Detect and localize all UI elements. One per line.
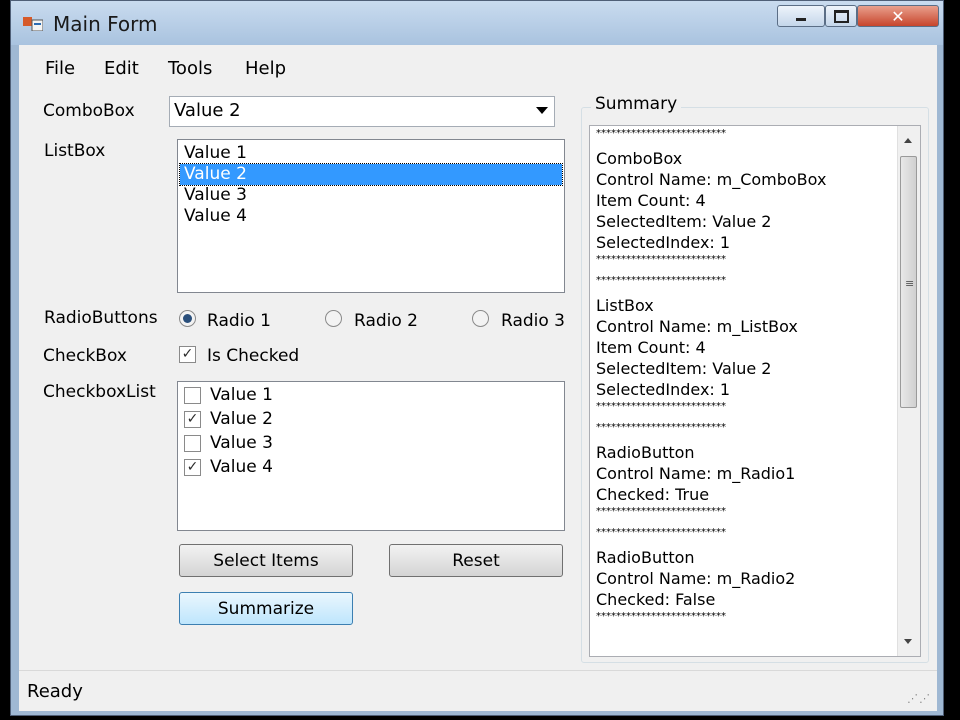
summary-line: SelectedIndex: 1 [596,380,731,399]
app-icon [23,17,43,31]
summary-line: ComboBox [596,149,683,168]
is-checked-label[interactable]: Is Checked [207,346,299,366]
summary-line: Checked: False [596,590,716,609]
check-icon: ✓ [186,459,199,475]
scrollbar-thumb[interactable]: ≡ [900,156,917,408]
summary-line: ************************** [596,401,726,412]
select-items-button[interactable]: Select Items [179,544,353,577]
checkbox-list-item-label[interactable]: Value 3 [210,433,273,453]
is-checked-checkbox[interactable]: ✓ [179,346,196,363]
summary-textbox[interactable]: ************************** ComboBox Contro… [589,125,921,657]
combobox[interactable]: Value 2 [169,96,555,127]
listbox[interactable]: Value 1 Value 2 Value 3 Value 4 [177,139,565,293]
status-text: Ready [27,681,83,702]
menu-bar: File Edit Tools Help [19,45,937,81]
radio-3-button[interactable] [472,310,489,327]
check-icon: ✓ [186,411,199,427]
checkbox-label: CheckBox [43,346,127,366]
status-bar: Ready ⋰⋰ [19,670,937,711]
summary-line: SelectedIndex: 1 [596,233,731,252]
grip-icon: ≡ [905,277,915,290]
summary-line: RadioButton [596,548,695,567]
radio-3-label[interactable]: Radio 3 [501,311,565,331]
title-bar[interactable]: Main Form ✕ [11,1,943,45]
combobox-value: Value 2 [174,100,241,121]
listbox-item[interactable]: Value 3 [180,185,562,206]
summary-line: ************************** [596,128,726,139]
window-title: Main Form [53,12,158,36]
checkbox-list-item-3-box[interactable] [184,435,201,452]
summary-line: ************************** [596,422,726,433]
minimize-icon [796,17,806,21]
scroll-down-arrow-icon[interactable] [904,639,912,644]
checkbox-list-item-2-box[interactable]: ✓ [184,411,201,428]
menu-edit[interactable]: Edit [104,58,139,79]
close-button[interactable]: ✕ [857,5,939,27]
maximize-icon [833,9,849,23]
checkboxlist-label: CheckboxList [43,382,156,402]
menu-tools[interactable]: Tools [168,58,212,79]
summary-line: ************************** [596,611,726,622]
chevron-down-icon[interactable] [536,107,548,114]
check-icon: ✓ [181,346,194,362]
summary-scrollbar[interactable]: ≡ [897,126,920,656]
main-window: Main Form ✕ File Edit Tools Help ComboBo… [10,0,944,716]
summarize-button[interactable]: Summarize [179,592,353,625]
checkbox-list[interactable]: Value 1 ✓ Value 2 Value 3 ✓ Value 4 [177,381,565,531]
radiobuttons-label: RadioButtons [44,308,158,328]
summary-line: RadioButton [596,443,695,462]
close-icon: ✕ [891,6,905,26]
radio-2-label[interactable]: Radio 2 [354,311,418,331]
checkbox-list-item-label[interactable]: Value 4 [210,457,273,477]
summary-line: SelectedItem: Value 2 [596,359,772,378]
summary-line: SelectedItem: Value 2 [596,212,772,231]
listbox-item[interactable]: Value 4 [180,206,562,227]
summary-line: ************************** [596,506,726,517]
checkbox-list-item-1-box[interactable] [184,387,201,404]
summary-line: Control Name: m_ComboBox [596,170,827,189]
reset-button[interactable]: Reset [389,544,563,577]
summary-line: Item Count: 4 [596,191,706,210]
summary-line: Control Name: m_ListBox [596,317,798,336]
summary-title: Summary [591,94,682,114]
listbox-item[interactable]: Value 1 [180,143,562,164]
checkbox-list-item-label[interactable]: Value 1 [210,385,273,405]
summary-line: Control Name: m_Radio2 [596,569,796,588]
menu-file[interactable]: File [45,58,75,79]
summary-line: ************************** [596,527,726,538]
radio-1-button[interactable] [179,310,196,327]
summary-line: ListBox [596,296,654,315]
minimize-button[interactable] [777,5,825,27]
listbox-label: ListBox [44,141,106,161]
checkbox-list-item-4-box[interactable]: ✓ [184,459,201,476]
checkbox-list-item-label[interactable]: Value 2 [210,409,273,429]
resize-grip-icon[interactable]: ⋰⋰ [907,692,931,705]
radio-1-label[interactable]: Radio 1 [207,311,271,331]
radio-selected-dot [183,314,192,323]
summary-line: Checked: True [596,485,710,504]
summary-line: ************************** [596,254,726,265]
summary-line: Item Count: 4 [596,338,706,357]
client-area: File Edit Tools Help ComboBox Value 2 Li… [19,45,937,711]
summary-line: Control Name: m_Radio1 [596,464,796,483]
summary-line: ************************** [596,275,726,286]
listbox-item-selected[interactable]: Value 2 [179,163,563,186]
menu-help[interactable]: Help [245,58,286,79]
combobox-label: ComboBox [43,101,135,121]
scroll-up-arrow-icon[interactable] [904,138,912,143]
maximize-button[interactable] [825,5,857,27]
radio-2-button[interactable] [325,310,342,327]
